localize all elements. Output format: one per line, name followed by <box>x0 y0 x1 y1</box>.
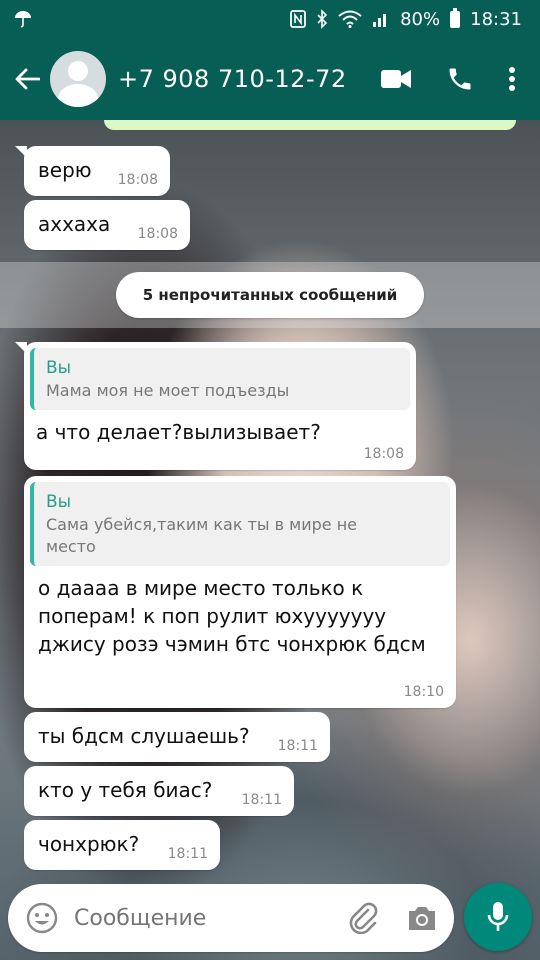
quote-author: Вы <box>46 492 72 512</box>
chat-header: +7 908 710-12-72 <box>0 38 540 120</box>
quoted-message[interactable]: Вы Мама моя не моет подъезды <box>30 348 410 410</box>
message-time: 18:11 <box>241 792 282 808</box>
video-call-button[interactable] <box>380 68 412 90</box>
incoming-message[interactable]: верю 18:08 <box>15 146 170 196</box>
incoming-message[interactable]: чонхрюк? 18:11 <box>24 820 220 870</box>
quote-author: Вы <box>46 358 72 378</box>
umbrella-icon <box>14 10 32 28</box>
contact-name[interactable]: +7 908 710-12-72 <box>118 65 380 93</box>
incoming-message[interactable]: ты бдсм слушаешь? 18:11 <box>24 712 330 762</box>
attach-icon <box>349 902 378 934</box>
quote-text: Сама убейся,таким как ты в мире не место <box>46 515 357 556</box>
camera-button[interactable] <box>406 904 438 932</box>
message-time: 18:08 <box>117 172 158 188</box>
message-text: верю <box>38 158 92 182</box>
phone-icon <box>449 68 471 90</box>
incoming-message[interactable]: аххаха 18:08 <box>24 200 190 250</box>
message-text: кто у тебя биас? <box>38 778 213 802</box>
message-list[interactable]: верю 18:08 аххаха 18:08 5 непрочитанных … <box>0 120 540 872</box>
back-button[interactable] <box>4 49 50 109</box>
contact-avatar[interactable] <box>50 51 106 107</box>
battery-percent: 80% <box>400 8 441 30</box>
message-text: чонхрюк? <box>38 832 140 856</box>
signal-icon <box>372 10 390 28</box>
message-time: 18:11 <box>277 738 318 754</box>
message-time: 18:11 <box>167 846 208 862</box>
battery-icon <box>450 7 461 28</box>
message-time: 18:08 <box>363 446 404 462</box>
mic-icon <box>487 902 509 931</box>
emoji-button[interactable] <box>26 902 58 934</box>
message-text: ты бдсм слушаешь? <box>38 724 250 748</box>
quote-text: Мама моя не моет подъезды <box>46 381 290 400</box>
status-bar: 80% 18:31 <box>0 0 540 38</box>
message-time: 18:08 <box>137 226 178 242</box>
message-text: а что делает?вылизывает? <box>36 420 321 444</box>
incoming-reply-message[interactable]: Вы Мама моя не моет подъезды а что делае… <box>15 342 416 470</box>
quoted-message[interactable]: Вы Сама убейся,таким как ты в мире не ме… <box>30 482 450 566</box>
message-time: 18:10 <box>403 684 444 700</box>
emoji-icon <box>26 902 58 934</box>
incoming-reply-message[interactable]: Вы Сама убейся,таким как ты в мире не ме… <box>24 476 456 708</box>
message-input[interactable] <box>74 905 348 931</box>
message-text: аххаха <box>38 212 111 236</box>
video-call-icon <box>381 70 411 88</box>
more-vert-icon <box>509 67 515 91</box>
bluetooth-icon <box>316 9 328 29</box>
unread-messages-banner: 5 непрочитанных сообщений <box>116 272 424 318</box>
status-indicators: 80% 18:31 <box>290 7 522 30</box>
message-text: о даааа в мире место только к поперам! к… <box>38 576 426 656</box>
incoming-message[interactable]: кто у тебя биас? 18:11 <box>24 766 294 816</box>
message-composer <box>8 884 454 952</box>
nfc-icon <box>290 10 307 28</box>
voice-call-button[interactable] <box>446 65 474 93</box>
voice-message-button[interactable] <box>464 883 532 951</box>
wifi-icon <box>338 10 362 28</box>
more-options-button[interactable] <box>508 66 516 92</box>
status-time: 18:31 <box>470 8 522 30</box>
camera-icon <box>409 907 435 930</box>
attach-button[interactable] <box>348 902 378 934</box>
back-arrow-icon <box>15 68 40 90</box>
previous-outgoing-bubble <box>104 120 516 130</box>
